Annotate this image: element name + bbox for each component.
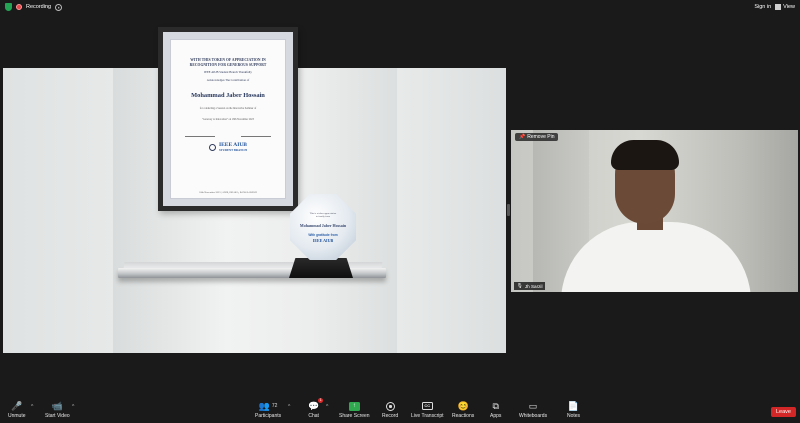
remove-pin-button[interactable]: 📌 Remove Pin (515, 133, 559, 141)
signature-scribble (185, 132, 215, 137)
chat-badge: 1 (318, 398, 324, 403)
live-transcript-button[interactable]: CC Live Transcript (411, 400, 444, 419)
share-screen-icon-wrap: ↑ (348, 400, 360, 412)
trophy-org: IEEE AIUB (312, 237, 334, 243)
video-options-caret-icon[interactable]: ^ (72, 404, 74, 410)
muted-mic-icon: 🎙 (517, 283, 523, 288)
mic-muted-icon: 🎤 (11, 401, 23, 411)
participants-button[interactable]: 👥 72 Participants (255, 400, 281, 419)
signature-right (241, 132, 271, 137)
certificate-sub-2: Acknowledges The Contribution of (206, 77, 250, 82)
participants-count: 72 (271, 403, 278, 409)
certificate-recipient-name: Mohammad Jaber Hossain (191, 91, 265, 99)
chat-button[interactable]: 💬 1 Chat (308, 398, 324, 419)
cc-icon-wrap: CC (421, 400, 433, 412)
pin-icon: 📌 (519, 134, 526, 140)
seal-icon (209, 144, 216, 152)
whiteboards-icon: ▭ (528, 401, 538, 411)
trophy-recipient-name: Mohammad Jaber Hossain (299, 222, 347, 228)
reactions-label: Reactions (452, 413, 475, 419)
participant-name: Jh Sarzil (524, 283, 543, 289)
recording-info-icon[interactable]: ⏸ (55, 3, 63, 11)
signature-scribble (241, 132, 271, 137)
notes-label: Notes (567, 413, 581, 419)
certificate: WITH THIS TOKEN OF APPRECIATION IN RECOG… (170, 39, 286, 199)
trophy-gratitude: With gratitude from (308, 232, 338, 237)
trophy-base (289, 258, 353, 278)
remove-pin-label: Remove Pin (527, 134, 555, 140)
cc-icon: CC (421, 402, 433, 410)
certificate-footer: 18th November 2023 | AIUB, DHAKA, BANGLA… (199, 191, 257, 194)
certificate-heading-1: WITH THIS TOKEN OF APPRECIATION IN (190, 58, 266, 62)
chat-icon: 💬 1 (308, 398, 324, 411)
audio-options-caret-icon[interactable]: ^ (31, 404, 33, 410)
zoom-meeting-window: Recording ⏸ Sign in View WITH THIS TOKEN… (0, 0, 800, 423)
record-button[interactable]: Record (382, 400, 398, 419)
reactions-icon: 😊 (457, 401, 469, 411)
leave-button[interactable]: Leave (771, 407, 796, 417)
apps-label: Apps (490, 413, 502, 419)
top-bar-right: Sign in View (754, 4, 795, 10)
shared-screen-right-wall (397, 68, 506, 353)
share-screen-label: Share Screen (339, 413, 370, 419)
unmute-label: Unmute (8, 413, 26, 419)
share-screen-button[interactable]: ↑ Share Screen (339, 400, 370, 419)
panel-resize-handle[interactable] (507, 204, 510, 216)
chat-options-caret-icon[interactable]: ^ (326, 404, 328, 410)
chat-label: Chat (308, 413, 319, 419)
participant-name-tag: 🎙 Jh Sarzil (514, 282, 546, 290)
meeting-toolbar: 🎤 Unmute ^ 📹 Start Video ^ 👥 72 Participa… (0, 398, 800, 423)
certificate-line-2: "Gateway to Innovation" on 18th November… (202, 118, 254, 122)
top-bar: Recording ⏸ Sign in View (0, 0, 800, 14)
whiteboards-button[interactable]: ▭ Whiteboards (519, 400, 547, 419)
unmute-button[interactable]: 🎤 Unmute (8, 400, 26, 419)
participants-label: Participants (255, 413, 282, 419)
certificate-logo: IEEE AIUB STUDENT BRANCH (177, 141, 279, 153)
view-label: View (783, 4, 795, 10)
certificate-org: IEEE AIUB STUDENT BRANCH (219, 141, 247, 153)
person-hair (611, 140, 679, 170)
certificate-sub-1: IEEE AIUB Student Branch Thankfully (204, 70, 252, 75)
record-icon-wrap (385, 400, 395, 412)
view-button[interactable]: View (775, 4, 795, 10)
certificate-line-1: for conducting a Session on the Innovati… (199, 106, 257, 110)
certificate-org-sub: STUDENT BRANCH (219, 147, 247, 152)
certificate-frame: WITH THIS TOKEN OF APPRECIATION IN RECOG… (158, 27, 298, 211)
shared-screen-left-wall (3, 68, 113, 353)
participant-video[interactable]: 📌 Remove Pin 🎙 Jh Sarzil (511, 130, 798, 292)
apps-icon: ⧉ (492, 401, 499, 411)
signature-left (185, 132, 215, 137)
video-off-icon: 📹 (51, 401, 63, 411)
security-shield-icon[interactable] (5, 3, 12, 11)
apps-button[interactable]: ⧉ Apps (490, 400, 501, 419)
certificate-mat: WITH THIS TOKEN OF APPRECIATION IN RECOG… (163, 32, 293, 206)
record-label: Record (382, 413, 399, 419)
certificate-signatures (177, 132, 279, 137)
participants-icon: 👥 72 (258, 401, 278, 411)
certificate-org-name: IEEE AIUB (219, 141, 247, 148)
top-bar-left: Recording ⏸ (5, 3, 63, 11)
notes-icon: 📄 (567, 401, 580, 411)
recording-label: Recording (26, 4, 52, 10)
sign-in-button[interactable]: Sign in (754, 4, 771, 10)
start-video-label: Start Video (45, 413, 70, 419)
record-icon (385, 401, 395, 411)
recording-icon (16, 4, 22, 10)
start-video-button[interactable]: 📹 Start Video (45, 400, 70, 419)
share-screen-icon: ↑ (348, 401, 360, 411)
live-transcript-label: Live Transcript (411, 413, 444, 419)
trophy-small-2: to family from (316, 214, 330, 218)
reactions-button[interactable]: 😊 Reactions (452, 400, 474, 419)
notes-button[interactable]: 📄 Notes (567, 400, 580, 419)
view-grid-icon (775, 4, 782, 10)
whiteboards-label: Whiteboards (519, 413, 548, 419)
certificate-heading-2: RECOGNITION FOR GENEROUS SUPPORT (189, 62, 267, 67)
participants-options-caret-icon[interactable]: ^ (288, 404, 290, 410)
